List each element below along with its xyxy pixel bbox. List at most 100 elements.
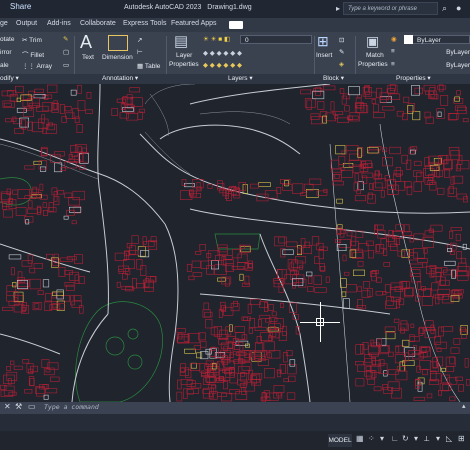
building-outline [183, 388, 188, 399]
dimension-button[interactable]: Dimension [102, 54, 133, 61]
isometric-dropdown-icon[interactable]: ▾ [436, 434, 440, 443]
layer-properties-label-1[interactable]: Layer [176, 52, 192, 59]
text-button[interactable]: Text [82, 54, 94, 61]
building-outline [454, 96, 460, 102]
building-outline [9, 94, 18, 102]
trim-button[interactable]: ✂ Trim [22, 36, 42, 44]
edit-block-icon[interactable]: ✎ [339, 48, 344, 56]
match-label-2[interactable]: Properties [358, 61, 388, 68]
building-outline [282, 183, 293, 191]
building-outline [411, 352, 424, 360]
building-outline [334, 173, 340, 179]
copy-icon[interactable]: ▢ [63, 48, 69, 56]
match-label-1[interactable]: Match [366, 52, 384, 59]
layers-panel-title[interactable]: Layers ▾ [228, 74, 253, 82]
building-outline [437, 85, 447, 90]
rotate-button[interactable]: otate [0, 36, 14, 43]
building-outline [448, 185, 454, 194]
table-button[interactable]: ▦ Table [137, 62, 160, 70]
layer-tools-row-2[interactable]: ◆ ◆ ◆ ◆ ◆ ◆ [203, 61, 242, 69]
block-panel-title[interactable]: Block ▾ [323, 74, 344, 82]
command-scroll-icon[interactable]: ▴ [462, 402, 466, 410]
lineweight-dropdown[interactable]: ByLayer [404, 61, 470, 70]
tab-collaborate[interactable]: Collaborate [80, 20, 116, 27]
tab-ge[interactable]: ge [0, 20, 8, 27]
isometric-icon[interactable]: ⟂ [424, 434, 429, 444]
building-outline [330, 159, 340, 170]
model-space-button[interactable]: MODEL [328, 434, 352, 447]
create-block-icon[interactable]: ⊡ [339, 36, 344, 44]
match-properties-icon[interactable]: ▣ [366, 33, 379, 50]
color-dropdown[interactable]: ByLayer [404, 35, 470, 44]
dimension-icon[interactable] [108, 35, 128, 51]
polar-dropdown-icon[interactable]: ▾ [414, 434, 418, 443]
layer-state-icons[interactable]: ☀ ☀ ■ ◧ [203, 35, 230, 43]
layer-tools-row-1[interactable]: ◆ ◆ ◆ ◆ ◆ ◆ [203, 49, 242, 57]
building-outline [313, 275, 322, 285]
layer-dropdown[interactable]: 0 [240, 35, 312, 44]
grid-icon[interactable]: ▦ [356, 434, 364, 443]
leader-icon[interactable]: ↗ [137, 36, 142, 44]
building-outline [50, 376, 60, 382]
building-outline [272, 392, 283, 399]
properties-panel-title[interactable]: Properties ▾ [396, 74, 431, 82]
snap-dropdown-icon[interactable]: ▾ [380, 434, 384, 443]
share-button[interactable]: Share [10, 2, 31, 11]
building-outline [45, 253, 54, 260]
building-outline [367, 378, 375, 385]
ortho-icon[interactable]: ∟ [391, 434, 399, 443]
polar-icon[interactable]: ↻ [402, 434, 409, 443]
building-outline [403, 224, 410, 233]
color-wheel-icon[interactable]: ◉ [391, 35, 397, 43]
building-outline [279, 302, 284, 308]
array-button[interactable]: ⋮⋮ Array [22, 62, 52, 70]
settings-icon[interactable]: ⊞ [458, 434, 465, 443]
text-icon[interactable]: A [80, 32, 92, 53]
tab-overflow-icon[interactable] [229, 21, 243, 29]
insert-icon[interactable]: ⊞ [317, 33, 329, 50]
explode-icon[interactable]: ▭ [63, 61, 69, 69]
building-outline [437, 389, 442, 396]
pencil-icon[interactable]: ✎ [63, 35, 68, 43]
wrench-icon[interactable]: ⚒ [15, 402, 22, 411]
scale-button[interactable]: ale [0, 62, 9, 69]
close-icon[interactable]: ✕ [4, 402, 11, 411]
linetype-dropdown[interactable]: ByLayer [404, 48, 470, 57]
building-outline [77, 100, 86, 111]
building-outline [341, 95, 347, 105]
tab-featured-apps[interactable]: Featured Apps [171, 20, 217, 27]
layer-properties-icon[interactable]: ▤ [174, 32, 188, 50]
building-outline [3, 102, 12, 108]
search-input[interactable]: Type a keyword or phrase [343, 2, 438, 15]
building-outline [382, 383, 388, 390]
user-icon[interactable]: ● [456, 3, 461, 13]
annotation-panel-title[interactable]: Annotation ▾ [102, 74, 138, 82]
building-outline [371, 99, 376, 104]
tab-output[interactable]: Output [16, 20, 37, 27]
object-snap-icon[interactable]: ◺ [446, 434, 452, 443]
building-outline [400, 320, 408, 331]
tab-addins[interactable]: Add-ins [47, 20, 71, 27]
building-outline [137, 111, 143, 120]
insert-button[interactable]: Insert [316, 52, 332, 59]
modify-panel-title[interactable]: odify ▾ [0, 74, 19, 82]
building-outline [390, 287, 401, 298]
building-outline [364, 91, 377, 99]
play-arrow-icon[interactable]: ▸ [336, 4, 340, 13]
command-history-icon[interactable]: ▭ [28, 402, 36, 411]
building-outline [148, 240, 158, 250]
command-input[interactable]: Type a command [44, 403, 464, 413]
snap-icon[interactable]: ⁘ [368, 434, 375, 443]
layer-properties-label-2[interactable]: Properties [169, 61, 199, 68]
building-outline [27, 200, 33, 209]
drawing-canvas[interactable] [0, 84, 470, 402]
tab-express-tools[interactable]: Express Tools [123, 20, 166, 27]
attribute-icon[interactable]: ◈ [339, 60, 344, 68]
building-outline [85, 109, 93, 114]
building-outline [368, 183, 373, 190]
markup-icon[interactable]: ⊢ [137, 48, 143, 56]
search-icon[interactable]: ⌕ [442, 3, 447, 14]
mirror-button[interactable]: irror [0, 49, 12, 56]
fillet-button[interactable]: ⌒ Fillet [22, 49, 44, 59]
building-outline [29, 267, 36, 274]
